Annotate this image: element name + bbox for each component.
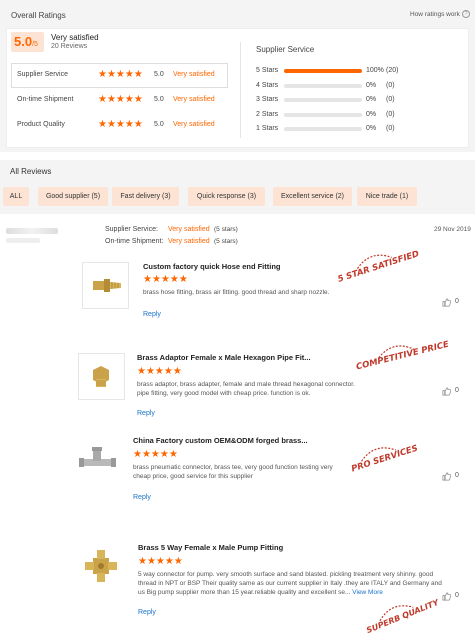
review-supplier-service-stars: (5 stars) (214, 226, 238, 233)
star-level-percent: 0% (366, 81, 377, 89)
star-level-count: (20) (386, 67, 399, 74)
category-stars: ★★★★★ (98, 94, 143, 105)
review-supplier-service-value: Very satisfied (168, 226, 210, 233)
like-count: 0 (455, 298, 459, 305)
star-level-bar (284, 69, 362, 73)
like-count: 0 (455, 592, 459, 599)
reply-link[interactable]: Reply (137, 410, 155, 417)
star-level-bar (284, 98, 362, 102)
product-thumbnail[interactable] (74, 436, 121, 483)
star-level-bar-fill (284, 69, 362, 73)
star-level-label: 5 Stars (256, 67, 279, 74)
info-icon[interactable]: ? (462, 10, 470, 18)
review-shipment-value: Very satisfied (168, 238, 210, 245)
category-label: Product Quality (17, 121, 65, 128)
category-score: 5.0 (154, 96, 164, 103)
reply-link[interactable]: Reply (143, 311, 161, 318)
overall-review-count: 20 Reviews (51, 43, 88, 50)
stamp-5-star-satisfied: 5 STAR SATISFIED (337, 249, 421, 285)
star-level-percent: 100% (366, 67, 384, 74)
overall-ratings-title: Overall Ratings (11, 11, 66, 20)
category-satisfaction: Very satisfied (173, 121, 215, 128)
category-satisfaction: Very satisfied (173, 71, 215, 78)
star-level-bar (284, 83, 362, 88)
category-score: 5.0 (154, 71, 164, 78)
hex-adaptor-image (93, 366, 109, 387)
star-level-bar (284, 127, 362, 131)
star-level-label: 4 Stars (256, 81, 279, 89)
product-review-text: 5 way connector for pump. very smooth su… (138, 571, 442, 596)
product-rating-stars: ★★★★★ (143, 274, 188, 285)
panel-divider (240, 42, 241, 138)
thumbs-up-icon[interactable] (442, 298, 451, 307)
how-ratings-work-link[interactable]: How ratings work (410, 11, 460, 18)
category-satisfaction: Very satisfied (173, 96, 215, 103)
product-thumbnail[interactable] (78, 353, 125, 400)
star-level-count: (0) (386, 110, 395, 118)
product-title[interactable]: Brass Adaptor Female x Male Hexagon Pipe… (137, 353, 311, 362)
review-date: 29 Nov 2019 (434, 226, 471, 233)
star-level-bar (284, 112, 362, 117)
all-reviews-title: All Reviews (10, 167, 52, 176)
star-level-percent: 0% (366, 96, 377, 103)
category-label: Supplier Service (17, 71, 68, 78)
review-shipment-stars: (5 stars) (214, 238, 238, 245)
brass-tee-image (79, 447, 116, 467)
supplier-service-title: Supplier Service (256, 45, 315, 54)
overall-label: Very satisfied (51, 33, 99, 42)
product-rating-stars: ★★★★★ (137, 366, 182, 377)
review-shipment-label: On-time Shipment: (105, 238, 164, 245)
star-level-label: 3 Stars (256, 96, 279, 103)
product-review-text: brass hose fitting, brass air fitting. g… (143, 289, 330, 296)
product-thumbnail[interactable] (78, 543, 125, 590)
stamp-pro-services: PRO SERVICES (350, 444, 419, 475)
product-rating-stars: ★★★★★ (133, 449, 178, 460)
thumbs-up-icon[interactable] (442, 592, 451, 601)
star-level-percent: 0% (366, 110, 377, 118)
stamp-superb-quality: SUPERB QUALITY (365, 597, 440, 636)
thumbs-up-icon[interactable] (442, 472, 451, 481)
filter-chip[interactable]: Good supplier (5) (38, 187, 108, 206)
review-supplier-service-label: Supplier Service: (105, 226, 158, 233)
like-count: 0 (455, 472, 459, 479)
reviewer-country-redacted (6, 238, 40, 243)
hose-fitting-image (93, 279, 121, 292)
filter-chip[interactable]: Nice trade (1) (357, 187, 417, 206)
reviewer-name-redacted (6, 228, 58, 234)
product-title[interactable]: China Factory custom OEM&ODM forged bras… (133, 436, 308, 445)
product-rating-stars: ★★★★★ (138, 556, 183, 567)
overall-score: 5.0/5 (14, 34, 38, 49)
product-review-text: brass adaptor, brass adapter, female and… (137, 381, 355, 397)
product-review-text: brass pneumatic connector, brass tee, ve… (133, 464, 333, 480)
category-stars: ★★★★★ (98, 69, 143, 80)
stamp-competitive-price: COMPETITIVE PRICE (355, 339, 451, 373)
product-thumbnail[interactable] (82, 262, 129, 309)
star-level-label: 2 Stars (256, 110, 279, 118)
filter-chip-all[interactable]: ALL (3, 187, 29, 206)
star-level-count: (0) (386, 125, 395, 132)
five-way-fitting-image (85, 550, 117, 582)
reply-link[interactable]: Reply (133, 494, 151, 501)
star-level-count: (0) (386, 81, 395, 89)
star-level-percent: 0% (366, 125, 377, 132)
reply-link[interactable]: Reply (138, 609, 156, 616)
star-level-label: 1 Stars (256, 125, 279, 132)
category-label: On-time Shipment (17, 96, 74, 103)
star-level-count: (0) (386, 96, 395, 103)
like-count: 0 (455, 387, 459, 394)
product-title[interactable]: Brass 5 Way Female x Male Pump Fitting (138, 543, 283, 552)
filter-chip[interactable]: Fast delivery (3) (112, 187, 179, 206)
filter-chip[interactable]: Excellent service (2) (273, 187, 352, 206)
category-score: 5.0 (154, 121, 164, 128)
product-title[interactable]: Custom factory quick Hose end Fitting (143, 262, 281, 271)
category-stars: ★★★★★ (98, 119, 143, 130)
view-more-link[interactable]: View More (352, 589, 383, 596)
filter-chip[interactable]: Quick response (3) (188, 187, 265, 206)
thumbs-up-icon[interactable] (442, 387, 451, 396)
